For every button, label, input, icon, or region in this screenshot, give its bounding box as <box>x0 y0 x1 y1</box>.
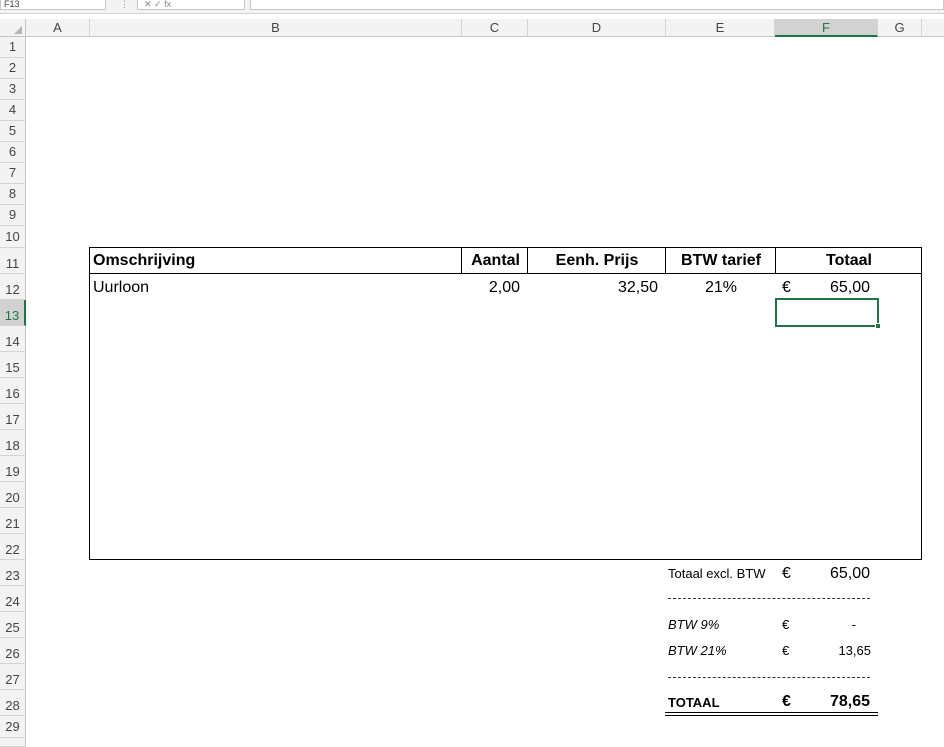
column-header-b[interactable]: B <box>90 19 462 37</box>
column-header-e[interactable]: E <box>666 19 775 37</box>
vat21-currency: € <box>782 643 790 658</box>
header-unit-price[interactable]: Eenh. Prijs <box>528 252 666 270</box>
vat21-label[interactable]: BTW 21% <box>668 643 727 658</box>
row-vat-rate[interactable]: 21% <box>666 279 776 297</box>
header-vat-rate[interactable]: BTW tarief <box>666 252 776 270</box>
row-header-6[interactable]: 6 <box>0 142 26 163</box>
row-header-15[interactable]: 15 <box>0 352 26 378</box>
vat21-value[interactable]: 13,65 <box>800 643 871 658</box>
invoice-table-header-divider <box>89 273 922 274</box>
header-total[interactable]: Totaal <box>776 252 922 270</box>
row-header-2[interactable]: 2 <box>0 58 26 79</box>
vat9-value[interactable]: - <box>800 617 856 632</box>
grand-total-value[interactable]: 78,65 <box>800 693 870 711</box>
subtotal-value[interactable]: 65,00 <box>800 565 870 583</box>
header-description[interactable]: Omschrijving <box>93 252 195 270</box>
row-header-29[interactable]: 29 <box>0 716 26 738</box>
row-quantity[interactable]: 2,00 <box>462 279 520 297</box>
row-header-8[interactable]: 8 <box>0 184 26 205</box>
row-header-1[interactable]: 1 <box>0 37 26 58</box>
row-header-7[interactable]: 7 <box>0 163 26 184</box>
row-description[interactable]: Uurloon <box>93 279 149 297</box>
formula-bar-separator: ⋮ <box>120 0 129 9</box>
row-header-5[interactable]: 5 <box>0 121 26 142</box>
column-header-row: A B C D E F G <box>0 19 944 37</box>
row-header-11[interactable]: 11 <box>0 248 26 274</box>
formula-bar: F13 ⋮ ✕ ✓ fx <box>0 0 944 14</box>
row-header-26[interactable]: 26 <box>0 638 26 664</box>
select-all-icon <box>14 26 22 34</box>
row-header-30[interactable] <box>0 738 26 747</box>
row-header-23[interactable]: 23 <box>0 560 26 586</box>
subtotal-label[interactable]: Totaal excl. BTW <box>668 566 766 581</box>
summary-dashed-separator-1 <box>668 598 870 599</box>
column-header-d[interactable]: D <box>528 19 666 37</box>
header-quantity[interactable]: Aantal <box>462 252 520 270</box>
row-currency: € <box>782 279 791 296</box>
formula-input[interactable] <box>250 0 944 10</box>
vat9-currency: € <box>782 617 790 632</box>
column-header-g[interactable]: G <box>878 19 922 37</box>
formula-bar-buttons[interactable]: ✕ ✓ fx <box>137 0 245 10</box>
row-header-10[interactable]: 10 <box>0 226 26 248</box>
row-header-3[interactable]: 3 <box>0 79 26 100</box>
row-header-18[interactable]: 18 <box>0 430 26 456</box>
row-header-9[interactable]: 9 <box>0 205 26 226</box>
row-unit-price[interactable]: 32,50 <box>528 279 658 297</box>
grand-total-double-underline <box>665 712 878 716</box>
row-header-12[interactable]: 12 <box>0 274 26 300</box>
column-header-c[interactable]: C <box>462 19 528 37</box>
vat9-label[interactable]: BTW 9% <box>668 617 719 632</box>
column-header-a[interactable]: A <box>26 19 90 37</box>
row-header-13[interactable]: 13 <box>0 300 26 326</box>
row-header-4[interactable]: 4 <box>0 100 26 121</box>
row-header-25[interactable]: 25 <box>0 612 26 638</box>
name-box[interactable]: F13 <box>0 0 106 10</box>
row-header-20[interactable]: 20 <box>0 482 26 508</box>
fill-handle[interactable] <box>875 323 881 329</box>
column-header-f[interactable]: F <box>775 19 878 37</box>
select-all-corner[interactable] <box>0 19 26 37</box>
row-header-16[interactable]: 16 <box>0 378 26 404</box>
grand-total-label[interactable]: TOTAAL <box>668 695 720 710</box>
active-cell-selection[interactable] <box>775 298 881 329</box>
subtotal-currency: € <box>782 565 791 582</box>
summary-dashed-separator-2 <box>668 677 870 678</box>
row-header-21[interactable]: 21 <box>0 508 26 534</box>
row-header-14[interactable]: 14 <box>0 326 26 352</box>
row-header-27[interactable]: 27 <box>0 664 26 690</box>
row-header-22[interactable]: 22 <box>0 534 26 560</box>
row-header-17[interactable]: 17 <box>0 404 26 430</box>
row-header-24[interactable]: 24 <box>0 586 26 612</box>
row-total[interactable]: 65,00 <box>800 279 870 297</box>
row-header-19[interactable]: 19 <box>0 456 26 482</box>
row-header-28[interactable]: 28 <box>0 690 26 716</box>
grand-total-currency: € <box>782 693 791 710</box>
